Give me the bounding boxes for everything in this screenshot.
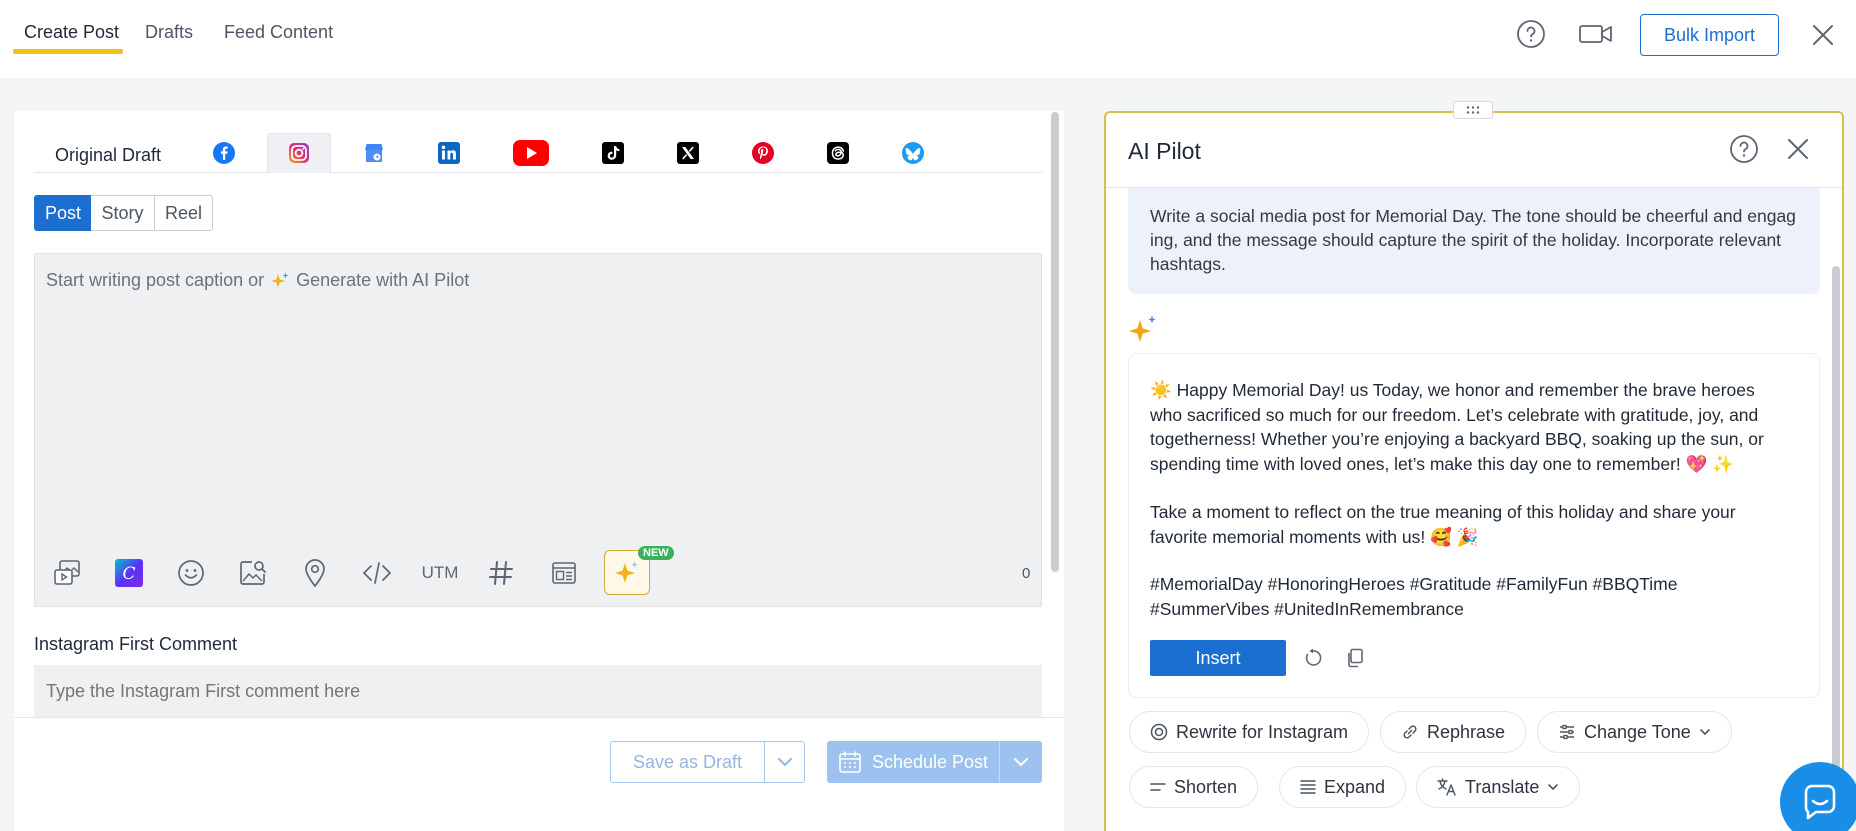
post-type-story[interactable]: Story xyxy=(91,195,155,231)
sliders-icon xyxy=(1560,724,1574,740)
save-draft-dropdown[interactable] xyxy=(764,741,805,783)
location-icon[interactable] xyxy=(298,556,332,590)
change-tone-chip[interactable]: Change Tone xyxy=(1537,711,1732,753)
ai-response-paragraph: ☀️ Happy Memorial Day! us Today, we hono… xyxy=(1150,380,1764,474)
tab-create-post[interactable]: Create Post xyxy=(24,22,119,43)
post-type-post[interactable]: Post xyxy=(34,195,92,231)
first-comment-label: Instagram First Comment xyxy=(34,634,238,654)
ai-sparkle-icon xyxy=(1128,314,1160,351)
emoji-icon[interactable] xyxy=(174,556,208,590)
rewrite-for-instagram-chip[interactable]: Rewrite for Instagram xyxy=(1129,711,1370,753)
chip-label: Rephrase xyxy=(1427,721,1506,742)
x-icon[interactable] xyxy=(675,140,701,166)
user-prompt-bubble: Write a social media post for Memorial D… xyxy=(1128,188,1820,294)
regenerate-icon[interactable] xyxy=(1302,647,1324,669)
first-comment-input[interactable] xyxy=(34,665,1042,717)
sparkle-icon xyxy=(615,560,638,583)
chevron-down-icon xyxy=(777,758,792,767)
template-icon[interactable] xyxy=(547,556,581,590)
ai-help-icon[interactable] xyxy=(1729,134,1759,164)
tab-feed-content[interactable]: Feed Content xyxy=(224,22,333,43)
svg-text:C: C xyxy=(122,564,135,584)
close-icon[interactable] xyxy=(1810,22,1836,48)
chevron-down-icon xyxy=(1548,784,1559,791)
instagram-outline-icon xyxy=(1150,723,1168,741)
ai-response-hashtags: #MemorialDay #HonoringHeroes #Gratitude … xyxy=(1150,574,1678,619)
chip-label: Expand xyxy=(1324,776,1386,797)
youtube-icon[interactable] xyxy=(512,140,550,166)
chat-icon xyxy=(1804,784,1836,820)
chip-label: Translate xyxy=(1465,776,1540,797)
instagram-icon[interactable] xyxy=(286,140,312,166)
calendar-icon xyxy=(839,751,861,773)
schedule-post-label: Schedule Post xyxy=(871,751,989,772)
generate-with-ai-link[interactable]: Generate with AI Pilot xyxy=(296,270,469,291)
caption-editor[interactable] xyxy=(34,253,1042,607)
active-tab-indicator xyxy=(13,49,123,54)
tab-drafts[interactable]: Drafts xyxy=(145,22,193,43)
threads-icon[interactable] xyxy=(825,140,851,166)
code-icon[interactable] xyxy=(360,556,394,590)
top-nav: Create Post Drafts Feed Content Bulk Imp… xyxy=(0,0,1856,78)
utm-button[interactable]: UTM xyxy=(418,556,462,590)
bulk-import-button[interactable]: Bulk Import xyxy=(1640,14,1779,56)
google-business-icon[interactable] xyxy=(361,140,387,166)
caption-placeholder-text: Start writing post caption or xyxy=(46,270,265,290)
translate-icon xyxy=(1437,778,1456,796)
insert-button[interactable]: Insert xyxy=(1150,640,1286,676)
ai-pilot-title: AI Pilot xyxy=(1128,138,1201,164)
expand-icon xyxy=(1300,780,1316,794)
ai-panel-scrollbar[interactable] xyxy=(1832,266,1840,831)
hashtag-icon[interactable] xyxy=(484,556,518,590)
chevron-down-icon xyxy=(1014,758,1028,767)
ai-close-icon[interactable] xyxy=(1786,137,1810,161)
editor-scrollbar[interactable] xyxy=(1051,112,1059,572)
media-library-icon[interactable] xyxy=(50,556,84,590)
link-icon xyxy=(1403,725,1417,739)
linkedin-icon[interactable] xyxy=(436,140,462,166)
utm-label: UTM xyxy=(421,563,459,582)
post-type-reel[interactable]: Reel xyxy=(154,195,213,231)
caption-placeholder[interactable]: Start writing post caption or Generate w… xyxy=(46,270,469,291)
expand-chip[interactable]: Expand xyxy=(1279,766,1407,808)
pinterest-icon[interactable] xyxy=(750,140,776,166)
sparkle-icon xyxy=(271,272,289,288)
footer-divider xyxy=(14,717,1064,718)
canva-icon[interactable]: C xyxy=(112,556,146,590)
translate-chip[interactable]: Translate xyxy=(1416,766,1581,808)
chip-label: Shorten xyxy=(1174,776,1238,797)
help-icon[interactable] xyxy=(1516,19,1546,49)
rephrase-chip[interactable]: Rephrase xyxy=(1380,711,1527,753)
copy-icon[interactable] xyxy=(1344,647,1366,669)
shorten-chip[interactable]: Shorten xyxy=(1129,766,1259,808)
save-as-draft-button[interactable]: Save as Draft xyxy=(610,741,765,783)
schedule-dropdown[interactable] xyxy=(999,741,1042,783)
bluesky-icon[interactable] xyxy=(900,140,926,166)
chip-label: Change Tone xyxy=(1584,721,1691,742)
shorten-icon xyxy=(1150,783,1166,791)
ai-response-paragraph: Take a moment to reflect on the true mea… xyxy=(1150,502,1736,547)
drag-handle-icon[interactable] xyxy=(1453,101,1493,119)
chevron-down-icon xyxy=(1699,729,1710,736)
new-badge: NEW xyxy=(638,546,674,560)
image-search-icon[interactable] xyxy=(236,556,270,590)
chip-label: Rewrite for Instagram xyxy=(1176,721,1349,742)
facebook-icon[interactable] xyxy=(211,140,237,166)
schedule-post-button[interactable]: Schedule Post xyxy=(827,741,999,783)
character-count: 0 xyxy=(1022,565,1031,582)
tiktok-icon[interactable] xyxy=(600,140,626,166)
chat-support-button[interactable] xyxy=(1780,762,1856,831)
tab-original-draft[interactable]: Original Draft xyxy=(55,145,161,166)
video-icon[interactable] xyxy=(1578,22,1614,46)
